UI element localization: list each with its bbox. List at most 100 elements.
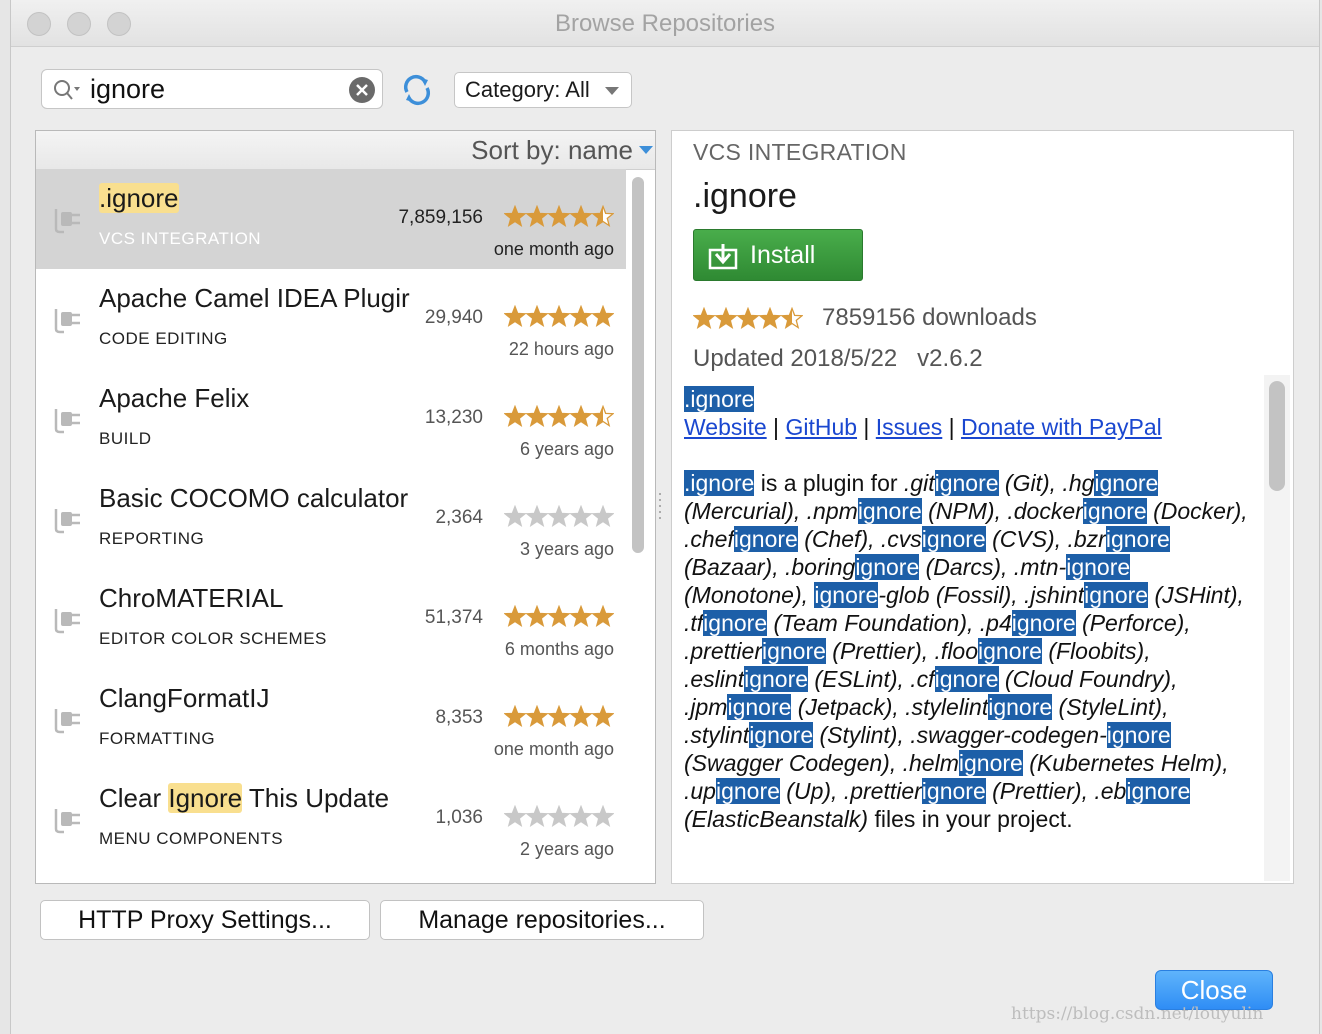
category-label: Category: All — [465, 77, 590, 102]
plugin-row[interactable]: Apache Camel IDEA Plugir CODE EDITING 29,9… — [36, 269, 626, 369]
plugin-updated: 6 months ago — [504, 639, 614, 659]
refresh-icon[interactable] — [401, 74, 433, 106]
manage-repositories-button[interactable]: Manage repositories... — [380, 900, 704, 940]
plugin-rating-stars — [504, 205, 614, 227]
install-button[interactable]: Install — [693, 229, 863, 281]
plugin-icon — [54, 709, 80, 734]
star-icon — [504, 705, 527, 727]
star-icon — [504, 605, 527, 627]
plugin-name: ChroMATERIAL — [99, 583, 419, 614]
plugin-downloads: 51,374 — [424, 607, 483, 628]
desc-text: (Stylint), .swagger-codegen- — [813, 722, 1107, 748]
star-icon — [569, 605, 593, 627]
plugin-rating-stars — [504, 705, 614, 727]
star-icon — [736, 307, 760, 329]
clear-search-icon[interactable] — [348, 76, 376, 104]
desc-keyword: ignore — [978, 638, 1042, 664]
plugin-row[interactable]: Clear Ignore This Update MENU COMPONENTS 1… — [36, 769, 626, 869]
desc-text: (ElasticBeanstalk) — [684, 806, 869, 832]
detail-scrollbar[interactable] — [1269, 381, 1285, 491]
plugin-row[interactable]: Apache Felix BUILD 13,230 6 years ago — [36, 369, 626, 469]
github-link[interactable]: GitHub — [785, 414, 857, 440]
browse-repositories-window: Browse Repositories Category: All Sort b… — [10, 0, 1320, 1034]
plugin-name: Clear Ignore This Update — [99, 783, 419, 814]
desc-keyword: ignore — [749, 722, 814, 748]
plugin-updated: one month ago — [493, 239, 614, 259]
plugin-downloads: 8,353 — [435, 707, 483, 728]
desc-keyword: ignore — [1066, 554, 1131, 580]
star-icon — [547, 205, 571, 227]
star-icon — [504, 405, 527, 427]
star-icon — [758, 307, 782, 329]
star-icon — [569, 205, 593, 227]
category-dropdown[interactable]: Category: All — [454, 72, 632, 108]
plugin-detail-panel: VCS INTEGRATION .ignore Install 7859156 … — [671, 130, 1294, 884]
plugin-name-match: Ignore — [168, 783, 243, 813]
plugin-row[interactable]: .ignore VCS INTEGRATION 7,859,156 one month… — [36, 169, 626, 269]
plugin-row[interactable]: ClangFormatIJ FORMATTING 8,353 one month ag… — [36, 669, 626, 769]
star-icon — [525, 305, 549, 327]
watermark: https://blog.csdn.net/louyulin — [1011, 1004, 1264, 1024]
desc-text: (Chef), .cvs — [797, 526, 922, 552]
plugin-row[interactable]: ChroMATERIAL EDITOR COLOR SCHEMES 51,374 6 … — [36, 569, 626, 669]
window-title: Browse Repositories — [554, 10, 776, 37]
star-icon — [547, 605, 571, 627]
plugin-name-pre: Clear — [99, 783, 169, 813]
plugin-name: Apache Felix — [99, 383, 419, 414]
search-box[interactable] — [41, 69, 383, 109]
donate-link[interactable]: Donate with PayPal — [961, 414, 1162, 440]
download-icon — [708, 244, 738, 270]
plugin-name-pre: Apache Camel IDEA Plugir — [99, 283, 410, 313]
desc-text: files in your project. — [868, 806, 1073, 832]
star-icon — [591, 605, 614, 627]
plugin-name-pre: ClangFormatIJ — [99, 683, 270, 713]
star-icon — [591, 705, 614, 727]
desc-text: (CVS), .bzr — [985, 526, 1106, 552]
desc-keyword: ignore — [1082, 498, 1147, 524]
sort-bar[interactable]: Sort by: name — [36, 131, 655, 170]
search-icon[interactable] — [52, 78, 82, 102]
plugin-category: CODE EDITING — [99, 329, 228, 348]
desc-text: (Darcs), .mtn- — [919, 554, 1067, 580]
star-icon — [504, 205, 527, 227]
star-icon — [591, 505, 614, 527]
desc-text: (Mercurial), .npm — [684, 498, 858, 524]
desc-keyword: ignore — [855, 554, 920, 580]
star-icon — [547, 405, 571, 427]
plugin-name-post: This Update — [242, 783, 390, 813]
star-icon — [547, 505, 571, 527]
website-link[interactable]: Website — [684, 414, 767, 440]
star-icon — [547, 805, 571, 827]
plugin-downloads: 29,940 — [424, 307, 483, 328]
plugin-icon — [54, 509, 80, 534]
plugin-updated: 3 years ago — [519, 539, 614, 559]
desc-text: (Team Foundation), .p4 — [767, 610, 1012, 636]
http-proxy-settings-button[interactable]: HTTP Proxy Settings... — [40, 900, 370, 940]
detail-updated: Updated 2018/5/22 v2.6.2 — [693, 345, 983, 372]
desc-text: (Monotone), — [684, 582, 815, 608]
plugin-row[interactable]: Basic COCOMO calculator REPORTING 2,364 3 y… — [36, 469, 626, 569]
plugin-rating-stars — [504, 305, 614, 327]
plugin-icon — [54, 209, 80, 234]
plugin-description: .ignore Website | GitHub | Issues | Dona… — [684, 385, 1254, 833]
plugin-name: Apache Camel IDEA Plugir — [99, 283, 419, 314]
desc-keyword: ignore — [727, 694, 792, 720]
plugin-category: VCS INTEGRATION — [99, 229, 262, 248]
issues-link[interactable]: Issues — [876, 414, 942, 440]
list-scrollbar[interactable] — [632, 177, 644, 553]
plugin-name: .ignore — [99, 183, 419, 214]
star-icon — [547, 705, 571, 727]
plugin-category: FORMATTING — [99, 729, 216, 748]
search-input[interactable] — [90, 74, 340, 104]
sort-label[interactable]: Sort by: name — [471, 135, 633, 166]
desc-text: -glob (Fossil), .jshint — [878, 582, 1085, 608]
plugin-rating-stars — [504, 805, 614, 827]
desc-text: (Up), .prettier — [779, 778, 922, 804]
star-icon — [591, 405, 614, 427]
splitter-handle-icon[interactable] — [657, 490, 663, 522]
desc-text: (ESLint), .cf — [808, 666, 935, 692]
desc-keyword: ignore — [934, 666, 999, 692]
sort-caret-icon[interactable] — [639, 146, 653, 154]
plugin-rating-stars — [504, 405, 614, 427]
desc-text: is a plugin for — [754, 470, 904, 496]
